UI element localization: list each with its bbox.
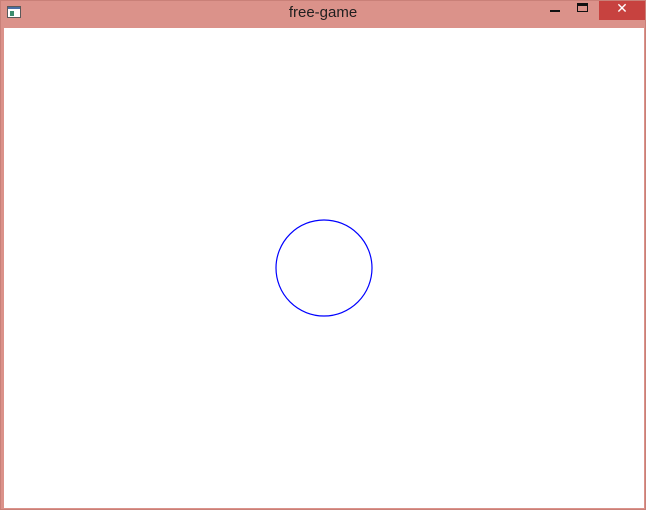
game-canvas[interactable] (4, 28, 644, 508)
close-button[interactable]: ✕ (599, 1, 645, 20)
game-scene (275, 219, 373, 317)
minimize-button[interactable] (545, 1, 567, 21)
close-icon: ✕ (616, 1, 628, 17)
title-bar[interactable]: free-game ✕ (1, 1, 645, 27)
minimize-icon (550, 10, 560, 12)
app-window: free-game ✕ (0, 0, 646, 510)
maximize-button[interactable] (571, 1, 593, 21)
maximize-icon (577, 3, 588, 12)
circle-shape (275, 219, 373, 317)
